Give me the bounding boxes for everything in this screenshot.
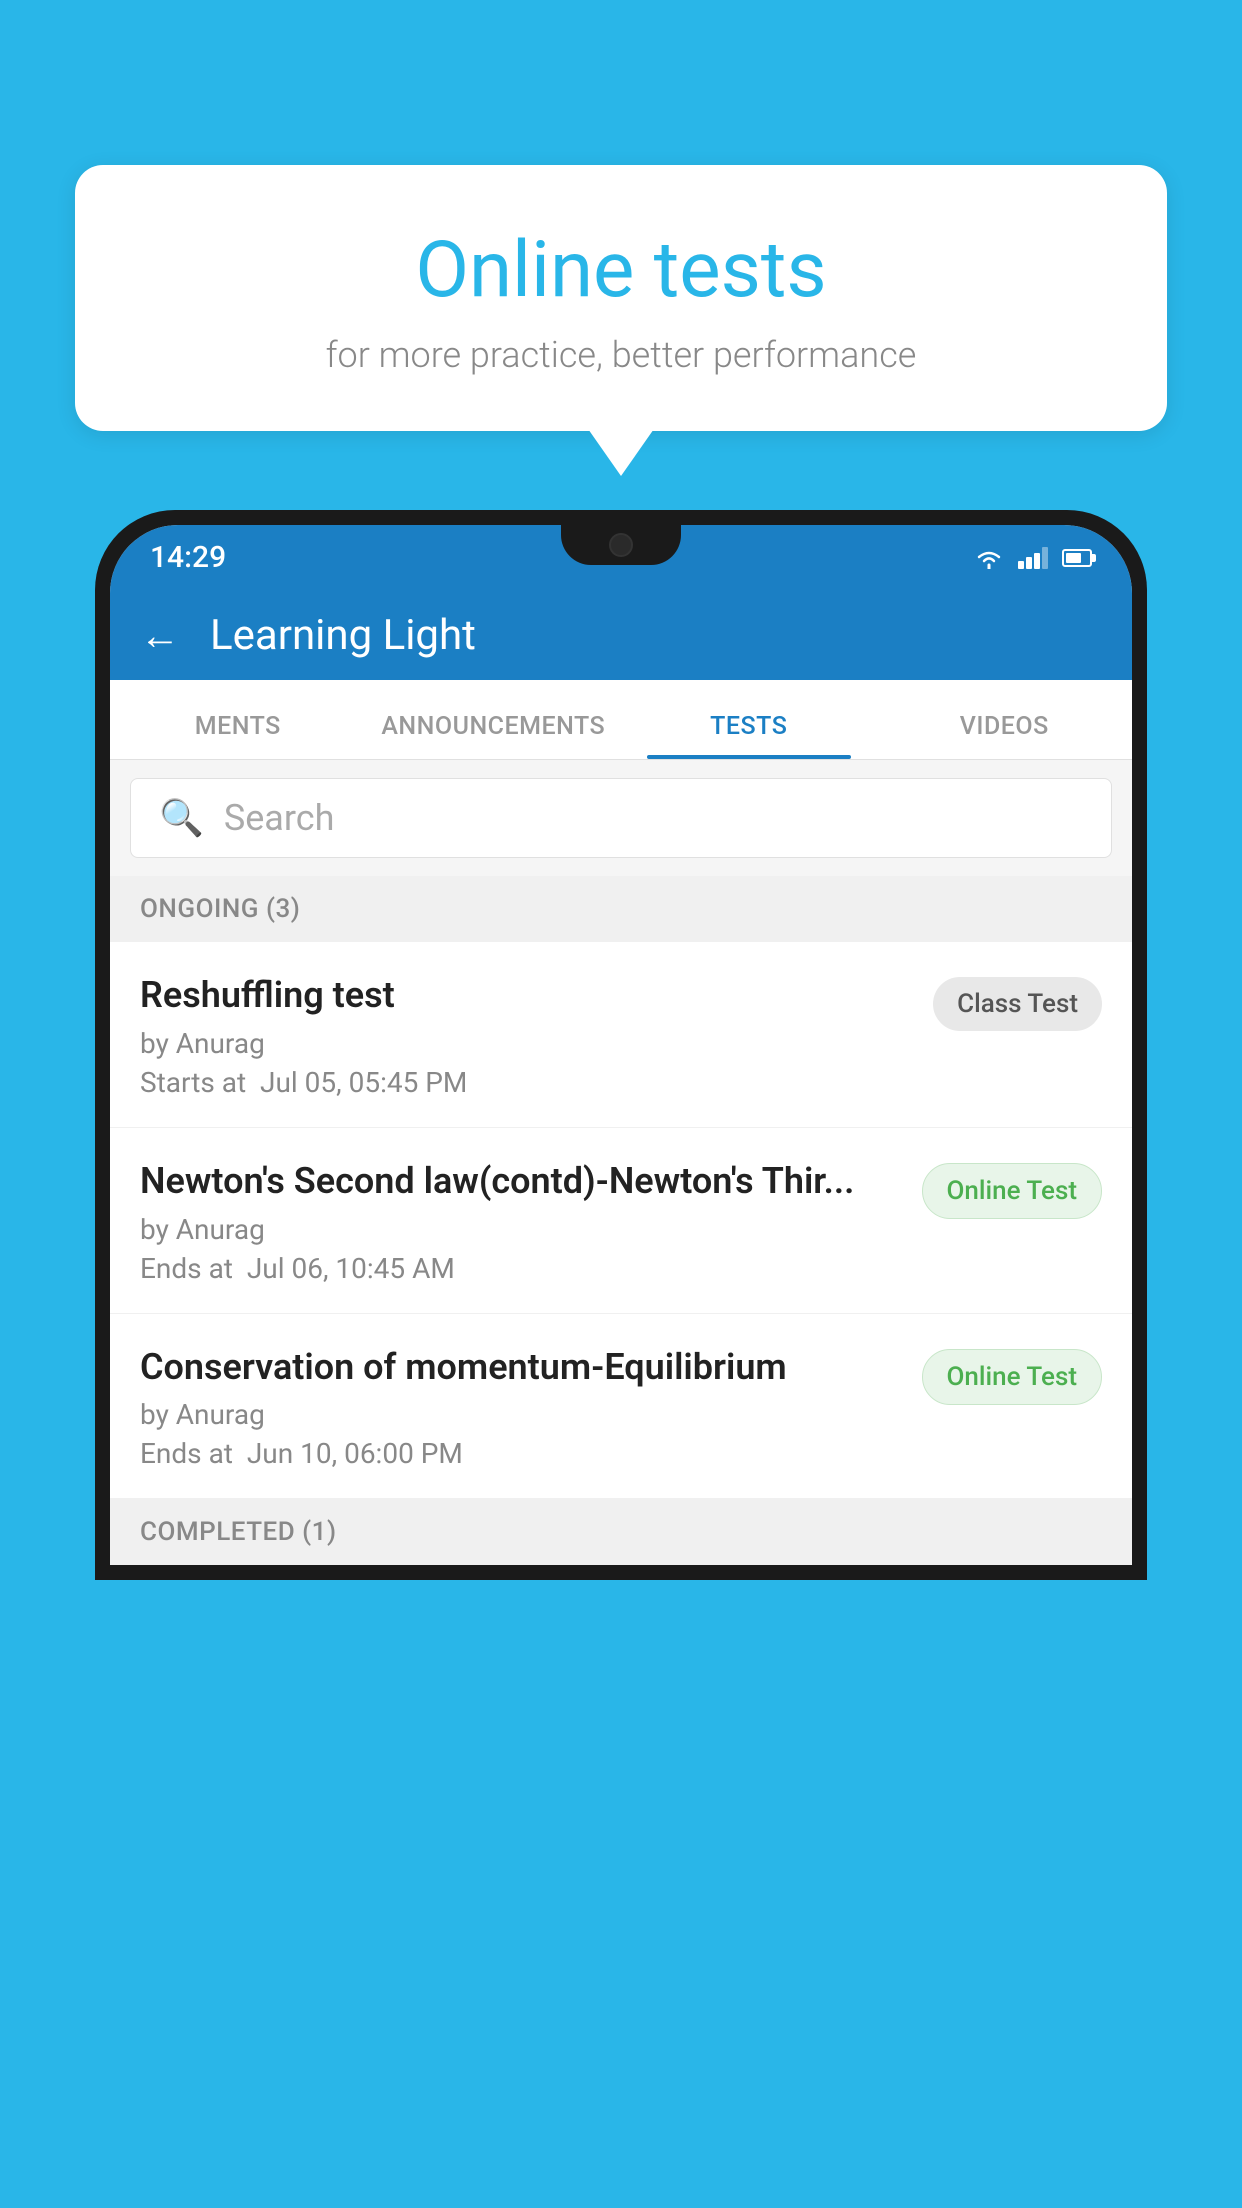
tab-bar: MENTS ANNOUNCEMENTS TESTS VIDEOS — [110, 680, 1132, 760]
app-header: ← Learning Light — [110, 590, 1132, 680]
camera — [609, 533, 633, 557]
test-name: Conservation of momentum-Equilibrium — [140, 1344, 902, 1391]
notch — [561, 525, 681, 565]
tab-videos[interactable]: VIDEOS — [877, 712, 1133, 759]
test-item[interactable]: Conservation of momentum-Equilibrium by … — [110, 1314, 1132, 1500]
status-bar: 14:29 — [110, 525, 1132, 590]
test-content: Reshuffling test by Anurag Starts at Jul… — [140, 972, 913, 1099]
search-icon: 🔍 — [159, 797, 204, 839]
status-time: 14:29 — [150, 540, 226, 575]
tab-ments[interactable]: MENTS — [110, 712, 366, 759]
phone-wrapper: 14:29 — [95, 510, 1147, 2208]
test-time: Ends at Jun 10, 06:00 PM — [140, 1437, 902, 1470]
phone-screen: 14:29 — [110, 525, 1132, 1565]
app-title: Learning Light — [210, 611, 476, 660]
test-badge-class: Class Test — [933, 977, 1102, 1031]
tab-announcements[interactable]: ANNOUNCEMENTS — [366, 712, 622, 759]
test-by: by Anurag — [140, 1398, 902, 1431]
phone-outer: 14:29 — [95, 510, 1147, 1580]
test-by: by Anurag — [140, 1213, 902, 1246]
test-item[interactable]: Reshuffling test by Anurag Starts at Jul… — [110, 942, 1132, 1128]
test-list: Reshuffling test by Anurag Starts at Jul… — [110, 942, 1132, 1499]
speech-bubble: Online tests for more practice, better p… — [75, 165, 1167, 431]
test-time: Starts at Jul 05, 05:45 PM — [140, 1066, 913, 1099]
signal-icon — [1018, 547, 1048, 569]
bubble-title: Online tests — [125, 225, 1117, 316]
test-name: Reshuffling test — [140, 972, 913, 1019]
bubble-subtitle: for more practice, better performance — [125, 334, 1117, 376]
test-badge-online: Online Test — [922, 1349, 1103, 1405]
test-name: Newton's Second law(contd)-Newton's Thir… — [140, 1158, 902, 1205]
back-button[interactable]: ← — [140, 612, 180, 659]
test-item[interactable]: Newton's Second law(contd)-Newton's Thir… — [110, 1128, 1132, 1314]
test-time: Ends at Jul 06, 10:45 AM — [140, 1252, 902, 1285]
tab-tests[interactable]: TESTS — [621, 712, 877, 759]
wifi-icon — [974, 547, 1004, 569]
search-placeholder: Search — [224, 797, 335, 839]
test-content: Conservation of momentum-Equilibrium by … — [140, 1344, 902, 1471]
test-by: by Anurag — [140, 1027, 913, 1060]
search-container: 🔍 Search — [110, 760, 1132, 876]
status-icons — [974, 547, 1092, 569]
test-content: Newton's Second law(contd)-Newton's Thir… — [140, 1158, 902, 1285]
search-bar[interactable]: 🔍 Search — [130, 778, 1112, 858]
completed-section-header: COMPLETED (1) — [110, 1499, 1132, 1565]
test-badge-online: Online Test — [922, 1163, 1103, 1219]
ongoing-section-header: ONGOING (3) — [110, 876, 1132, 942]
battery-icon — [1062, 549, 1092, 567]
